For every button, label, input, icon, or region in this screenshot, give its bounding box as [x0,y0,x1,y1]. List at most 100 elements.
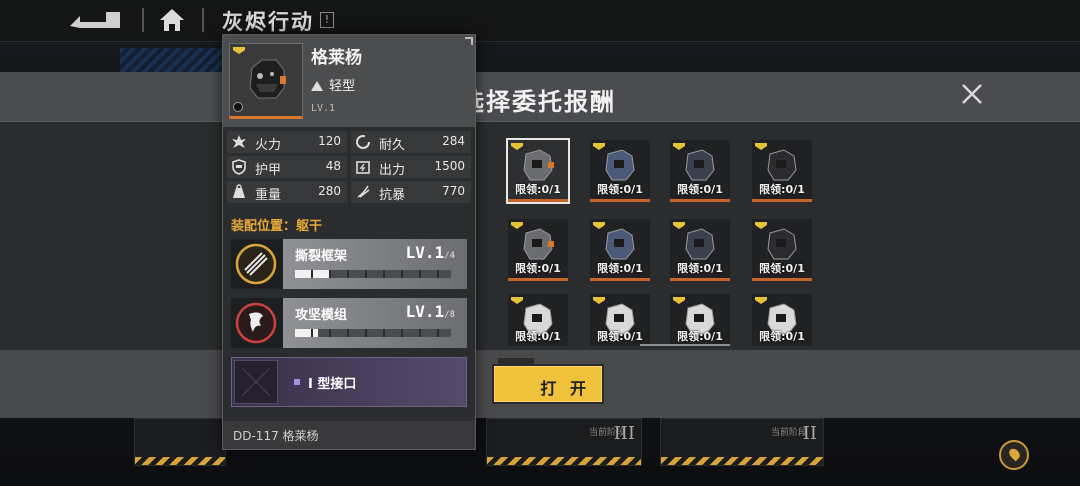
stat-label: 护甲 [255,163,282,178]
item-code: DD-117 格莱杨 [233,429,319,443]
stage-numeral: III [613,423,635,444]
empty-slot-icon [234,360,278,404]
home-icon[interactable] [158,7,186,33]
assault-module-icon [235,302,277,344]
module-assault-set[interactable]: 攻坚模组 LV.1/8 [231,298,467,348]
slot-position: 装配位置：躯干 [231,219,323,234]
reward-item[interactable]: 限领:0/1 [752,219,812,281]
module-level: LV.1/4 [406,243,455,262]
progress-segments [295,329,451,337]
stat-value: 120 [318,134,341,148]
back-arrow-icon[interactable] [66,8,124,32]
claim-limit: 限领:0/1 [515,330,561,343]
mech-part-icon [767,228,797,260]
open-button[interactable]: 打 开 [492,358,604,404]
weight-class-label: 轻型 [329,79,356,94]
claim-limit: 限领:0/1 [597,262,643,275]
crit-resist-icon [357,185,370,198]
reward-item[interactable]: 限领:0/1 [508,219,568,281]
claim-limit: 限领:0/1 [677,262,723,275]
stat-value: 284 [442,134,465,148]
light-class-icon [311,81,323,91]
stage-card[interactable]: 当前阶段 III [486,418,642,466]
item-portrait [229,43,303,119]
stat-firepower: 火力 120 [227,131,347,153]
progress-segments [295,270,451,278]
weight-class: 轻型 [311,75,355,94]
detail-footer: DD-117 格莱杨 [223,421,475,449]
claim-limit: 限领:0/1 [677,330,723,343]
top-bar: 灰烬行动 ! [0,0,1080,42]
claim-limit: 限领:0/1 [515,183,561,196]
claim-limit: 限领:0/1 [759,183,805,196]
stat-value: 280 [318,184,341,198]
durability-icon [356,135,370,149]
stat-value: 1500 [434,159,465,173]
mech-part-icon [685,149,715,181]
stat-output: 出力 1500 [351,156,471,178]
stage-card[interactable]: 当前阶段 II [660,418,824,466]
claim-limit: 限领:0/1 [515,262,561,275]
stat-value: 48 [325,159,341,173]
module-progress [295,270,451,278]
mech-part-icon [767,149,797,181]
module-name: 撕裂框架 [295,249,348,264]
mech-part-icon [685,228,715,260]
reward-item[interactable]: 限领:0/1 [590,140,650,202]
info-icon[interactable]: ! [320,12,334,28]
claim-limit: 限领:0/1 [759,262,805,275]
stage-card[interactable] [134,418,226,466]
reward-item[interactable]: 限领:0/1 [670,219,730,281]
stat-armor: 护甲 48 [227,156,347,178]
item-level: LV.1 [311,103,336,114]
reward-item[interactable]: 限领:0/1 [752,140,812,202]
stat-value: 770 [442,184,465,198]
interface-slot[interactable]: I 型接口 [231,357,467,407]
stage-label: 当前阶段 [770,428,807,438]
stat-label: 火力 [255,138,282,153]
stat-label: 出力 [379,163,406,178]
module-level-max: /4 [444,251,455,261]
firepower-icon [232,135,246,148]
open-button-label: 打 开 [540,379,590,398]
claim-limit: 限领:0/1 [759,330,805,343]
reward-item[interactable]: 限领:0/1 [670,140,730,202]
stat-durability: 耐久 284 [351,131,471,153]
module-level-max: /8 [444,310,455,320]
weight-icon [233,184,245,198]
interface-label: I 型接口 [308,377,357,392]
interface-dot [294,379,300,385]
claim-limit: 限领:0/1 [597,183,643,196]
reward-item[interactable]: 限领:0/1 [508,294,568,346]
page-title: 灰烬行动 [222,10,314,34]
button-tag [498,358,534,364]
mech-head-icon [249,59,286,99]
modal-title: 选择委托报酬 [460,88,616,116]
module-level-value: LV.1 [405,302,445,321]
module-name: 攻坚模组 [295,308,348,323]
mech-part-icon [605,228,635,260]
frame-module-icon [235,243,277,285]
reward-item[interactable]: 限领:0/1 [752,294,812,346]
module-tearing-frame[interactable]: 撕裂框架 LV.1/4 [231,239,467,289]
divider [142,8,144,32]
output-battery-icon [356,161,370,174]
claim-limit: 限领:0/1 [677,183,723,196]
scroll-indicator[interactable] [640,344,730,346]
reward-item[interactable]: 限领:0/1 [590,294,650,346]
hazard-stripe [661,457,823,465]
reward-item[interactable]: 限领:0/1 [506,138,570,204]
stat-label: 耐久 [379,138,406,153]
stat-label: 抗暴 [379,188,406,203]
close-icon[interactable] [958,80,986,108]
stat-crit-resist: 抗暴 770 [351,181,471,203]
detail-header: 格莱杨 轻型 LV.1 [223,35,475,127]
item-detail-popup: 格莱杨 轻型 LV.1 火力 120 耐久 284 护甲 48 出力 1500 … [222,34,476,450]
map-pin-icon[interactable] [999,440,1029,470]
reward-item[interactable]: 限领:0/1 [590,219,650,281]
reward-item[interactable]: 限领:0/1 [670,294,730,346]
mech-part-icon [523,228,554,260]
module-progress [295,329,451,337]
stat-weight: 重量 280 [227,181,347,203]
module-level-value: LV.1 [405,243,445,262]
